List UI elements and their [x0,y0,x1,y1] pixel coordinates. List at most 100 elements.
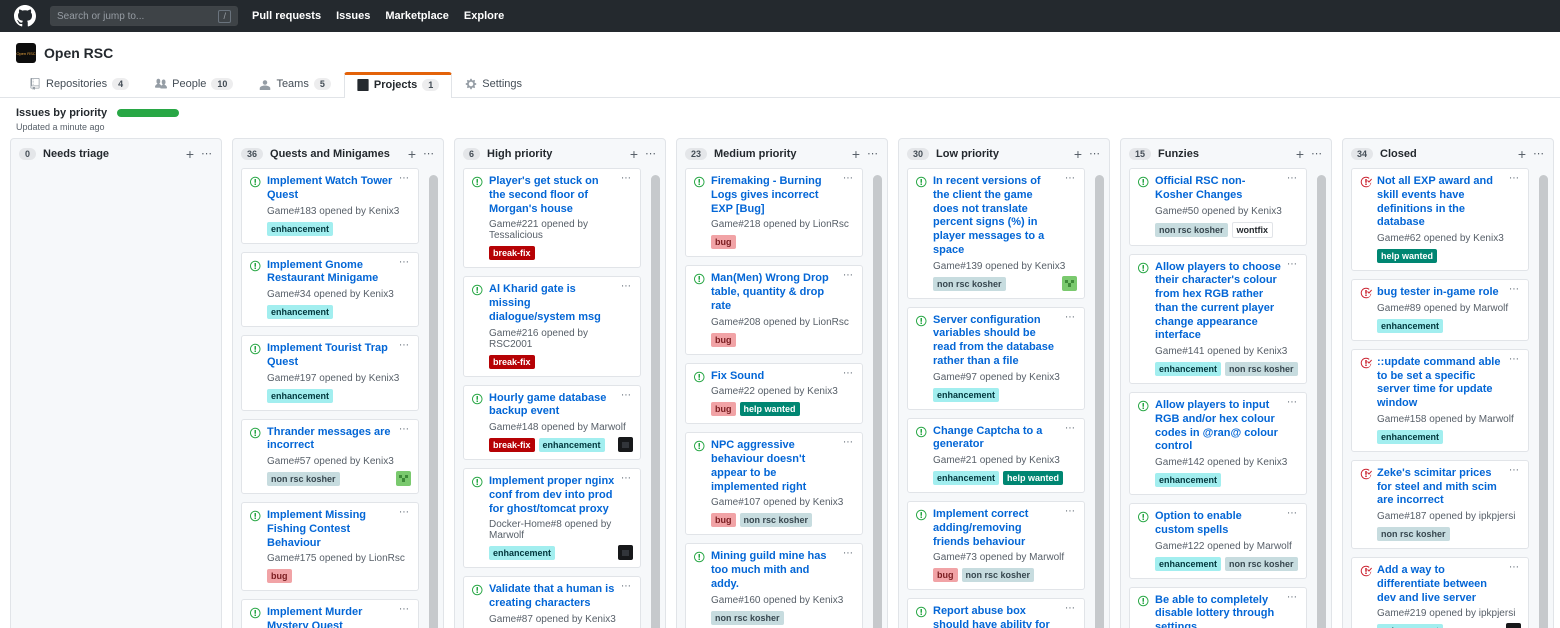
issue-card[interactable]: Implement Missing Fishing Contest Behavi… [241,502,419,591]
label-enhancement[interactable]: enhancement [1377,430,1443,444]
column-menu-button[interactable]: ⋯ [423,147,435,160]
assignee-avatar[interactable] [618,545,633,560]
label-enhancement[interactable]: enhancement [1155,473,1221,487]
issue-title[interactable]: Report abuse box should have ability for… [933,605,1060,628]
card-menu-button[interactable]: ⋯ [1509,564,1520,605]
card-menu-button[interactable]: ⋯ [1509,286,1520,300]
label-enhancement[interactable]: enhancement [933,388,999,402]
tab-teams[interactable]: Teams 5 [246,71,343,97]
card-menu-button[interactable]: ⋯ [621,283,632,324]
issue-title[interactable]: Change Captcha to a generator [933,425,1060,453]
issue-card[interactable]: Be able to completely disable lottery th… [1129,587,1307,628]
label-non-rsc-kosher[interactable]: non rsc kosher [1155,223,1228,237]
label-bug[interactable]: bug [711,235,736,249]
card-menu-button[interactable]: ⋯ [399,175,410,203]
column-menu-button[interactable]: ⋯ [201,147,213,160]
nav-pull-requests-link[interactable]: Pull requests [252,10,321,22]
label-help-wanted[interactable]: help wanted [740,402,800,416]
issue-card[interactable]: Implement Gnome Restaurant Minigame⋯Game… [241,252,419,328]
column-menu-button[interactable]: ⋯ [1089,147,1101,160]
label-non-rsc-kosher[interactable]: non rsc kosher [1225,557,1298,571]
issue-card[interactable]: Al Kharid gate is missing dialogue/syste… [463,276,641,376]
issue-title[interactable]: Implement proper nginx conf from dev int… [489,475,616,516]
assignee-avatar[interactable] [618,437,633,452]
issue-card[interactable]: Implement proper nginx conf from dev int… [463,468,641,568]
issue-title[interactable]: bug tester in-game role [1377,286,1504,300]
issue-title[interactable]: Hourly game database backup event [489,392,616,420]
label-wontfix[interactable]: wontfix [1232,222,1274,238]
org-avatar[interactable]: Open RSC [16,43,36,63]
card-menu-button[interactable]: ⋯ [1065,425,1076,453]
card-menu-button[interactable]: ⋯ [1065,175,1076,258]
label-non-rsc-kosher[interactable]: non rsc kosher [962,568,1035,582]
label-enhancement[interactable]: enhancement [1155,557,1221,571]
card-menu-button[interactable]: ⋯ [843,370,854,384]
issue-card[interactable]: Implement Murder Mystery Quest⋯Game#180 … [241,599,419,628]
label-help-wanted[interactable]: help wanted [1003,471,1063,485]
issue-card[interactable]: ::update command able to be set a specif… [1351,349,1529,452]
issue-title[interactable]: Allow players to choose their character'… [1155,261,1282,344]
label-enhancement[interactable]: enhancement [1377,624,1443,628]
issue-card[interactable]: Man(Men) Wrong Drop table, quantity & dr… [685,265,863,354]
column-scrollbar[interactable] [1095,175,1104,628]
assignee-avatar[interactable] [1062,276,1077,291]
issue-card[interactable]: Server configuration variables should be… [907,307,1085,410]
label-enhancement[interactable]: enhancement [933,471,999,485]
card-menu-button[interactable]: ⋯ [1287,510,1298,538]
card-menu-button[interactable]: ⋯ [621,583,632,611]
label-help-wanted[interactable]: help wanted [1377,249,1437,263]
github-logo-icon[interactable] [14,5,36,27]
card-menu-button[interactable]: ⋯ [621,475,632,516]
label-bug[interactable]: bug [933,568,958,582]
issue-title[interactable]: Validate that a human is creating charac… [489,583,616,611]
issue-title[interactable]: Man(Men) Wrong Drop table, quantity & dr… [711,272,838,313]
issue-title[interactable]: Be able to completely disable lottery th… [1155,594,1282,628]
card-menu-button[interactable]: ⋯ [1065,508,1076,549]
issue-title[interactable]: Player's get stuck on the second floor o… [489,175,616,216]
add-card-button[interactable]: + [1518,149,1526,159]
issue-card[interactable]: Zeke's scimitar prices for steel and mit… [1351,460,1529,549]
issue-card[interactable]: bug tester in-game role⋯Game#89 opened b… [1351,279,1529,341]
card-menu-button[interactable]: ⋯ [399,606,410,628]
issue-title[interactable]: Firemaking - Burning Logs gives incorrec… [711,175,838,216]
column-menu-button[interactable]: ⋯ [645,147,657,160]
issue-card[interactable]: Hourly game database backup event⋯Game#1… [463,385,641,461]
label-bug[interactable]: bug [711,402,736,416]
label-break-fix[interactable]: break-fix [489,355,535,369]
issue-card[interactable]: Implement Tourist Trap Quest⋯Game#197 op… [241,335,419,411]
issue-title[interactable]: Not all EXP award and skill events have … [1377,175,1504,230]
card-menu-button[interactable]: ⋯ [1287,399,1298,454]
issue-card[interactable]: NPC aggressive behaviour doesn't appear … [685,432,863,535]
label-non-rsc-kosher[interactable]: non rsc kosher [1225,362,1298,376]
navbar-search[interactable]: / [50,6,238,26]
issue-card[interactable]: Mining guild mine has too much mith and … [685,543,863,628]
tab-people[interactable]: People 10 [142,71,246,97]
issue-title[interactable]: NPC aggressive behaviour doesn't appear … [711,439,838,494]
issue-card[interactable]: In recent versions of the client the gam… [907,168,1085,299]
issue-card[interactable]: Not all EXP award and skill events have … [1351,168,1529,271]
search-input[interactable] [57,11,214,22]
issue-title[interactable]: Implement Gnome Restaurant Minigame [267,259,394,287]
issue-title[interactable]: Implement correct adding/removing friend… [933,508,1060,549]
label-non-rsc-kosher[interactable]: non rsc kosher [933,277,1006,291]
tab-repositories[interactable]: Repositories 4 [16,71,142,97]
issue-card[interactable]: Change Captcha to a generator⋯Game#21 op… [907,418,1085,494]
column-menu-button[interactable]: ⋯ [1533,147,1545,160]
card-menu-button[interactable]: ⋯ [1509,356,1520,411]
label-non-rsc-kosher[interactable]: non rsc kosher [711,611,784,625]
label-break-fix[interactable]: break-fix [489,246,535,260]
card-menu-button[interactable]: ⋯ [621,175,632,216]
label-enhancement[interactable]: enhancement [267,305,333,319]
add-card-button[interactable]: + [408,149,416,159]
issue-card[interactable]: Thrander messages are incorrect⋯Game#57 … [241,419,419,495]
issue-card[interactable]: Official RSC non-Kosher Changes⋯Game#50 … [1129,168,1307,246]
card-menu-button[interactable]: ⋯ [399,426,410,454]
issue-card[interactable]: Add a way to differentiate between dev a… [1351,557,1529,628]
label-bug[interactable]: bug [711,513,736,527]
issue-card[interactable]: Allow players to input RGB and/or hex co… [1129,392,1307,495]
card-menu-button[interactable]: ⋯ [399,342,410,370]
tab-projects[interactable]: Projects 1 [344,72,452,98]
issue-card[interactable]: Report abuse box should have ability for… [907,598,1085,628]
card-menu-button[interactable]: ⋯ [1287,594,1298,628]
column-scrollbar[interactable] [873,175,882,628]
